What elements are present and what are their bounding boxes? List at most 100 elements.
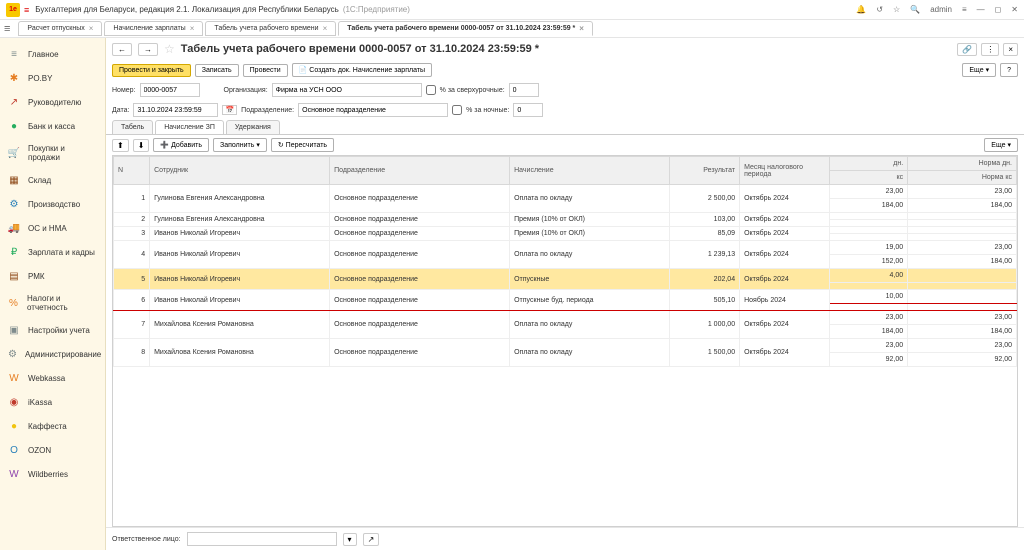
fill-button[interactable]: Заполнить ▾ bbox=[213, 138, 267, 152]
sidebar-icon: ✱ bbox=[8, 72, 20, 84]
grid-more-button[interactable]: Еще ▾ bbox=[984, 138, 1018, 152]
sidebar-label: Главное bbox=[28, 50, 59, 59]
add-row-button[interactable]: ➕ Добавить bbox=[153, 138, 209, 152]
close-icon[interactable]: × bbox=[323, 24, 328, 33]
sidebar-item-8[interactable]: ₽Зарплата и кадры bbox=[0, 240, 105, 264]
table-row[interactable]: 5Иванов Николай ИгоревичОсновное подразд… bbox=[114, 269, 1017, 283]
sidebar-item-7[interactable]: 🚚ОС и НМА bbox=[0, 216, 105, 240]
close-window-icon[interactable]: ✕ bbox=[1011, 5, 1018, 14]
responsible-input[interactable] bbox=[187, 532, 337, 546]
table-row[interactable]: 8Михайлова Ксения РомановнаОсновное подр… bbox=[114, 339, 1017, 353]
app-title: Бухгалтерия для Беларуси, редакция 2.1. … bbox=[35, 5, 339, 14]
col-employee[interactable]: Сотрудник bbox=[150, 157, 330, 185]
close-icon[interactable]: × bbox=[89, 24, 94, 33]
sidebar-item-3[interactable]: ●Банк и касса bbox=[0, 114, 105, 138]
org-input[interactable] bbox=[272, 83, 422, 97]
table-row[interactable]: 6Иванов Николай ИгоревичОсновное подразд… bbox=[114, 290, 1017, 304]
sidebar-icon: 🚚 bbox=[8, 222, 20, 234]
number-input[interactable] bbox=[140, 83, 200, 97]
col-result[interactable]: Результат bbox=[670, 157, 740, 185]
subtab-accrual[interactable]: Начисление ЗП bbox=[155, 120, 224, 134]
col-hours[interactable]: кс bbox=[830, 171, 908, 185]
sidebar-item-10[interactable]: %Налоги и отчетность bbox=[0, 288, 105, 318]
sidebar-item-16[interactable]: OOZON bbox=[0, 438, 105, 462]
more-button[interactable]: Еще ▾ bbox=[962, 63, 996, 77]
create-payroll-button[interactable]: 📄 Создать док. Начисление зарплаты bbox=[292, 63, 432, 77]
sidebar-label: Каффеста bbox=[28, 422, 67, 431]
bell-icon[interactable]: 🔔 bbox=[856, 5, 866, 14]
sidebar-item-5[interactable]: ▦Склад bbox=[0, 168, 105, 192]
close-icon[interactable]: × bbox=[579, 24, 584, 33]
tab-payroll[interactable]: Начисление зарплаты× bbox=[104, 21, 203, 36]
table-row[interactable]: 3Иванов Николай ИгоревичОсновное подразд… bbox=[114, 227, 1017, 234]
minimize-icon[interactable]: — bbox=[977, 5, 985, 14]
sidebar-icon: ⚙ bbox=[8, 348, 17, 360]
col-n[interactable]: N bbox=[114, 157, 150, 185]
col-dept[interactable]: Подразделение bbox=[330, 157, 510, 185]
tab-timesheet-doc[interactable]: Табель учета рабочего времени 0000-0057 … bbox=[338, 21, 593, 36]
recalc-button[interactable]: ↻ Пересчитать bbox=[271, 138, 334, 152]
menu-vert-icon[interactable]: ⋮ bbox=[981, 43, 999, 56]
sidebar-icon: O bbox=[8, 444, 20, 456]
forward-button[interactable]: → bbox=[138, 43, 158, 56]
document-fields-row1: Номер: Организация: % за сверхурочные: bbox=[106, 80, 1024, 100]
sidebar-item-11[interactable]: ▣Настройки учета bbox=[0, 318, 105, 342]
star-icon[interactable]: ☆ bbox=[893, 5, 900, 14]
search-icon[interactable]: 🔍 bbox=[910, 5, 920, 14]
help-button[interactable]: ? bbox=[1000, 63, 1018, 77]
col-norm-days[interactable]: Норма дн. bbox=[908, 157, 1017, 171]
back-button[interactable]: ← bbox=[112, 43, 132, 56]
overtime-checkbox[interactable] bbox=[426, 85, 436, 95]
close-icon[interactable]: × bbox=[190, 24, 195, 33]
subtab-deductions[interactable]: Удержания bbox=[226, 120, 280, 134]
sidebar-item-0[interactable]: ≡Главное bbox=[0, 42, 105, 66]
dept-input[interactable] bbox=[298, 103, 448, 117]
hamburger-icon[interactable]: ≡ bbox=[4, 23, 10, 35]
select-responsible-icon[interactable]: ▾ bbox=[343, 533, 357, 546]
user-label[interactable]: admin bbox=[930, 5, 952, 14]
date-input[interactable] bbox=[133, 103, 218, 117]
sidebar-item-12[interactable]: ⚙Администрирование bbox=[0, 342, 105, 366]
table-row[interactable]: 2Гулинова Евгения АлександровнаОсновное … bbox=[114, 213, 1017, 220]
sidebar-item-17[interactable]: WWildberries bbox=[0, 462, 105, 486]
table-row[interactable]: 4Иванов Николай ИгоревичОсновное подразд… bbox=[114, 241, 1017, 255]
org-label: Организация: bbox=[224, 87, 268, 94]
night-input[interactable] bbox=[513, 103, 543, 117]
move-up-icon[interactable]: ⬆ bbox=[112, 139, 129, 152]
subtab-timesheet[interactable]: Табель bbox=[112, 120, 153, 134]
sidebar-item-2[interactable]: ↗Руководителю bbox=[0, 90, 105, 114]
post-button[interactable]: Провести bbox=[243, 64, 288, 77]
col-accrual[interactable]: Начисление bbox=[510, 157, 670, 185]
calendar-icon[interactable]: 📅 bbox=[222, 105, 237, 115]
night-checkbox[interactable] bbox=[452, 105, 462, 115]
tab-vacation-calc[interactable]: Расчет отпускных× bbox=[18, 21, 102, 36]
accrual-grid[interactable]: N Сотрудник Подразделение Начисление Рез… bbox=[112, 155, 1018, 527]
post-and-close-button[interactable]: Провести и закрыть bbox=[112, 64, 191, 77]
menu-toggle-icon[interactable]: ≡ bbox=[24, 5, 29, 15]
sidebar-item-9[interactable]: ▤РМК bbox=[0, 264, 105, 288]
sidebar-item-15[interactable]: ●Каффеста bbox=[0, 414, 105, 438]
link-icon[interactable]: 🔗 bbox=[957, 43, 977, 56]
sidebar-label: iKassa bbox=[28, 398, 52, 407]
sidebar-item-1[interactable]: ✱PO.BY bbox=[0, 66, 105, 90]
tab-timesheet-list[interactable]: Табель учета рабочего времени× bbox=[205, 21, 336, 36]
col-norm-hours[interactable]: Норма кс bbox=[908, 171, 1017, 185]
open-responsible-icon[interactable]: ↗ bbox=[363, 533, 380, 546]
sidebar-item-6[interactable]: ⚙Производство bbox=[0, 192, 105, 216]
save-button[interactable]: Записать bbox=[195, 64, 239, 77]
close-doc-icon[interactable]: × bbox=[1003, 43, 1018, 56]
move-down-icon[interactable]: ⬇ bbox=[133, 139, 150, 152]
sidebar-item-4[interactable]: 🛒Покупки и продажи bbox=[0, 138, 105, 168]
overtime-input[interactable] bbox=[509, 83, 539, 97]
col-period[interactable]: Месяц налогового периода bbox=[740, 157, 830, 185]
document-footer: Ответственное лицо: ▾ ↗ bbox=[106, 527, 1024, 550]
table-row[interactable]: 1Гулинова Евгения АлександровнаОсновное … bbox=[114, 185, 1017, 199]
sidebar-item-14[interactable]: ◉iKassa bbox=[0, 390, 105, 414]
table-row[interactable]: 7Михайлова Ксения РомановнаОсновное подр… bbox=[114, 311, 1017, 325]
settings-lines-icon[interactable]: ≡ bbox=[962, 5, 967, 14]
maximize-icon[interactable]: ◻ bbox=[995, 5, 1002, 14]
col-days[interactable]: дн. bbox=[830, 157, 908, 171]
sidebar-item-13[interactable]: WWebkassa bbox=[0, 366, 105, 390]
favorite-star-icon[interactable]: ☆ bbox=[164, 42, 175, 56]
history-icon[interactable]: ↺ bbox=[876, 5, 883, 14]
